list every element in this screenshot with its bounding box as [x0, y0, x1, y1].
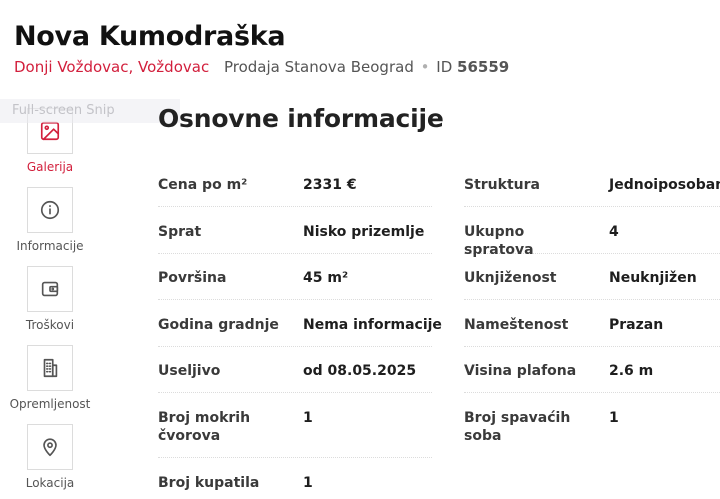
- location-link[interactable]: Donji Voždovac, Voždovac: [14, 58, 209, 76]
- info-label: Broj spavaćih soba: [464, 410, 571, 444]
- info-row: Broj kupatila 1: [158, 458, 432, 499]
- category-link[interactable]: Prodaja Stanova Beograd: [224, 58, 414, 76]
- info-label: Cena po m²: [158, 177, 248, 193]
- id-label: ID: [436, 58, 453, 76]
- snip-overlay: Full-screen Snip: [0, 99, 180, 123]
- info-label: Površina: [158, 270, 227, 286]
- info-value: Jednoiposoban: [609, 177, 720, 193]
- info-value: 1: [303, 410, 313, 426]
- id-value: 56559: [457, 58, 510, 76]
- info-value: Prazan: [609, 317, 664, 333]
- info-value: 1: [609, 410, 619, 426]
- info-row: Sprat Nisko prizemlje: [158, 207, 432, 254]
- nav-icon-box[interactable]: [27, 345, 73, 391]
- info-row: Broj spavaćih soba 1: [464, 393, 720, 458]
- section-title: Osnovne informacije: [158, 104, 444, 133]
- info-label: Uknjiženost: [464, 270, 557, 286]
- info-row: Uknjiženost Neuknjižen: [464, 254, 720, 300]
- nav-label: Lokacija: [25, 476, 75, 490]
- info-label: Useljivo: [158, 363, 221, 379]
- info-label: Sprat: [158, 224, 202, 240]
- info-value: 1: [303, 475, 313, 491]
- map-pin-icon: [43, 438, 57, 457]
- info-row: Nameštenost Prazan: [464, 300, 720, 347]
- info-value: 45 m²: [303, 270, 349, 286]
- info-value: Nisko prizemlje: [303, 224, 425, 240]
- info-label: Nameštenost: [464, 317, 569, 333]
- nav-icon-box[interactable]: [27, 266, 73, 312]
- nav-item-informacije[interactable]: Informacije: [0, 187, 100, 253]
- info-value: Neuknjižen: [609, 270, 697, 286]
- info-label: Struktura: [464, 177, 540, 193]
- listing-title: Nova Kumodraška: [14, 21, 286, 52]
- wallet-icon: [41, 281, 59, 297]
- info-row: Useljivo od 08.05.2025: [158, 347, 432, 393]
- info-value: 4: [609, 224, 619, 240]
- info-row: Broj mokrih čvorova 1: [158, 393, 432, 458]
- info-row: Ukupno spratova 4: [464, 207, 720, 258]
- info-label: Godina gradnje: [158, 317, 279, 333]
- building-icon: [43, 358, 58, 378]
- nav-label: Informacije: [16, 239, 84, 253]
- info-value: od 08.05.2025: [303, 363, 417, 379]
- nav-item-troskovi[interactable]: Troškovi: [0, 266, 100, 332]
- info-row: Struktura Jednoiposoban: [464, 160, 720, 207]
- nav-label: Opremljenost: [9, 397, 91, 411]
- listing-subline: Donji Voždovac, Voždovac Prodaja Stanova…: [14, 57, 509, 77]
- info-row: Visina plafona 2.6 m: [464, 347, 720, 393]
- info-value: 2331 €: [303, 177, 357, 193]
- info-label: Broj kupatila: [158, 475, 260, 491]
- nav-icon-box[interactable]: [27, 187, 73, 233]
- info-row: Cena po m² 2331 €: [158, 160, 432, 207]
- info-row: Površina 45 m²: [158, 254, 432, 300]
- image-icon: [40, 121, 60, 141]
- nav-label: Galerija: [26, 160, 74, 174]
- separator-dot: •: [420, 58, 430, 76]
- info-row: Godina gradnje Nema informacije: [158, 300, 442, 347]
- info-label: Broj mokrih čvorova: [158, 410, 251, 444]
- info-value: Nema informacije: [303, 317, 442, 333]
- listing-header: Nova Kumodraška Donji Voždovac, Voždovac…: [14, 20, 509, 77]
- info-icon: [40, 200, 60, 220]
- info-label: Visina plafona: [464, 363, 577, 379]
- nav-label: Troškovi: [25, 318, 75, 332]
- nav-icon-box[interactable]: [27, 424, 73, 470]
- nav-item-lokacija[interactable]: Lokacija: [0, 424, 100, 490]
- nav-item-opremljenost[interactable]: Opremljenost: [0, 345, 100, 411]
- info-value: 2.6 m: [609, 363, 654, 379]
